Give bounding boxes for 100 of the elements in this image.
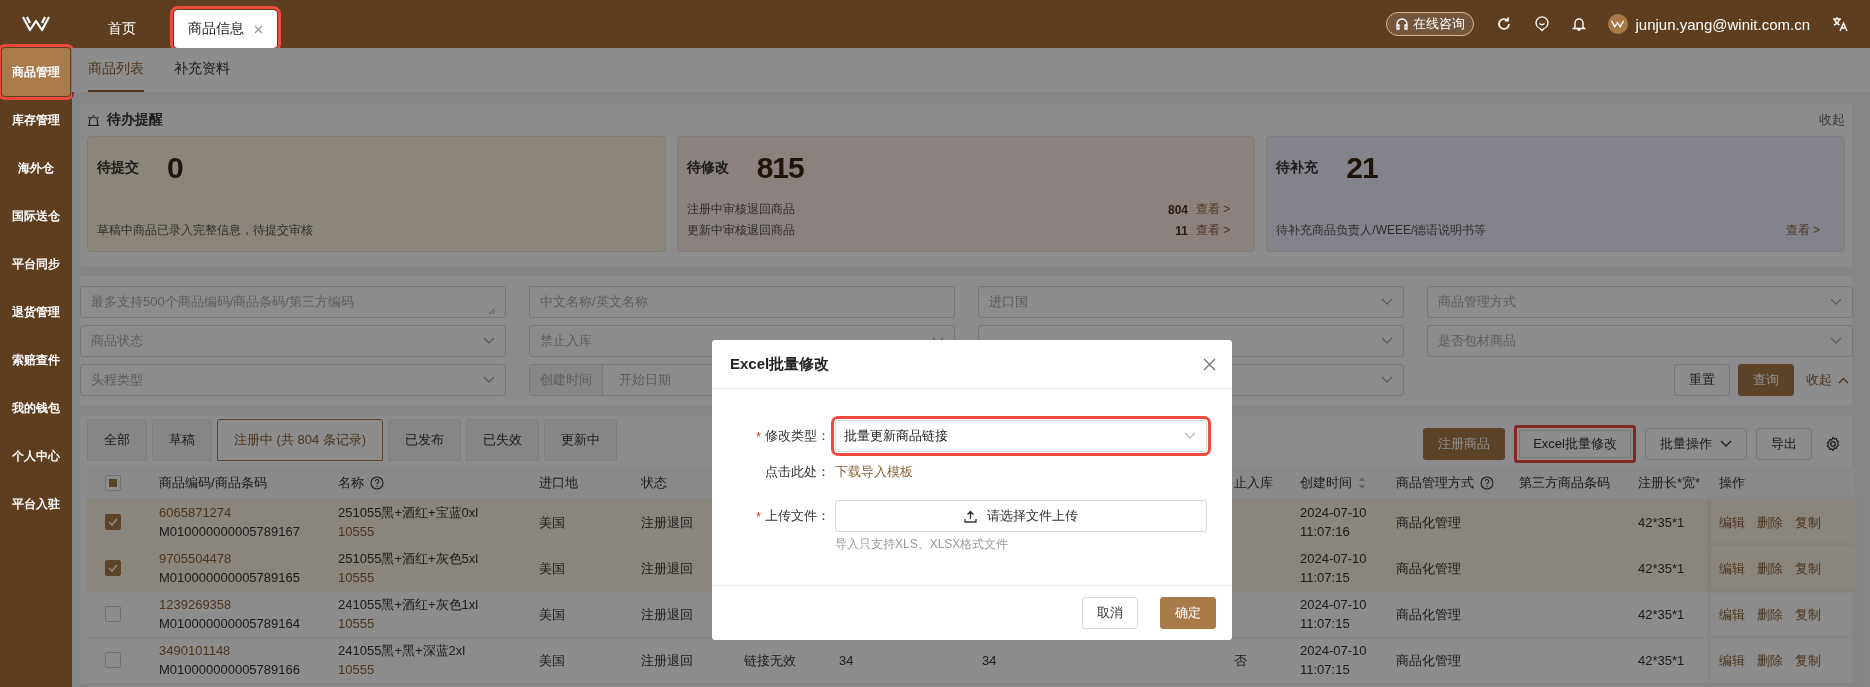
checkbox[interactable] xyxy=(105,560,121,576)
sidebar-item[interactable]: 索赔查件 xyxy=(2,336,70,384)
product-ref: 10555 xyxy=(338,661,376,679)
confirm-button[interactable]: 确定 xyxy=(1160,597,1216,629)
status-tab[interactable]: 已失效 xyxy=(466,419,540,461)
table-cell: 商品化管理 xyxy=(1396,560,1461,576)
bell-icon[interactable] xyxy=(1571,16,1586,32)
checkbox[interactable] xyxy=(105,514,121,530)
panel-title: 待办提醒 xyxy=(107,111,163,129)
close-icon[interactable] xyxy=(1203,357,1216,371)
refresh-icon[interactable] xyxy=(1495,16,1512,32)
dialog-title: Excel批量修改 xyxy=(730,354,830,374)
row-action-link[interactable]: 删除 xyxy=(1757,652,1783,668)
row-action-link[interactable]: 编辑 xyxy=(1719,514,1745,530)
download-template-link[interactable]: 下载导入模板 xyxy=(835,463,913,481)
column-header: 止入库 xyxy=(1234,473,1273,492)
collapse-link[interactable]: 收起 xyxy=(1819,111,1845,129)
barcode: M010000000005789164 xyxy=(159,615,301,633)
upload-button[interactable]: 请选择文件上传 xyxy=(835,500,1207,532)
check-icon xyxy=(108,518,118,526)
row-action-link[interactable]: 复制 xyxy=(1795,606,1821,622)
user-email[interactable]: junjun.yang@winit.com.cn xyxy=(1635,15,1810,33)
product-code[interactable]: 9705504478 xyxy=(159,549,322,568)
alarm-icon xyxy=(87,113,100,127)
table-cell: 商品化管理 xyxy=(1396,652,1461,668)
status-tab[interactable]: 全部 xyxy=(87,419,147,461)
action-button[interactable]: Excel批量修改 xyxy=(1514,425,1636,463)
row-action-link[interactable]: 复制 xyxy=(1795,560,1821,576)
row-action-link[interactable]: 复制 xyxy=(1795,514,1821,530)
consult-button[interactable]: 在线咨询 xyxy=(1385,12,1474,36)
sidebar-item[interactable]: 库存管理 xyxy=(2,96,70,144)
row-action-link[interactable]: 编辑 xyxy=(1719,560,1745,576)
table-cell: 链接无效 xyxy=(744,652,796,668)
card-count: 815 xyxy=(756,151,804,185)
status-tab[interactable]: 注册中 (共 804 条记录) xyxy=(217,419,384,461)
table-cell: 否 xyxy=(1234,652,1247,668)
table-cell: 商品化管理 xyxy=(1396,606,1461,622)
sidebar-item[interactable]: 个人中心 xyxy=(2,432,70,480)
status-tab[interactable]: 草稿 xyxy=(152,419,212,461)
dropdown-button[interactable]: 批量操作 xyxy=(1645,428,1747,460)
collapse-button[interactable]: 收起 xyxy=(1802,371,1853,389)
close-icon[interactable] xyxy=(254,24,263,34)
product-code[interactable]: 1239269358 xyxy=(159,595,322,614)
avatar[interactable] xyxy=(1607,14,1628,34)
upload-icon xyxy=(964,509,977,523)
row-action-link[interactable]: 编辑 xyxy=(1719,606,1745,622)
card-description: 注册中审核退回商品 xyxy=(686,201,795,218)
card-title: 待提交 xyxy=(97,159,139,177)
table-cell: 42*35*1 xyxy=(1638,560,1685,576)
checkbox[interactable] xyxy=(105,474,121,491)
row-action-link[interactable]: 删除 xyxy=(1757,514,1783,530)
product-ref: 10555 xyxy=(338,615,376,633)
sidebar-item[interactable]: 我的钱包 xyxy=(2,384,70,432)
field-label: 修改类型： xyxy=(765,427,830,445)
card-count: 21 xyxy=(1346,151,1378,185)
headset-icon xyxy=(1394,17,1409,31)
table-cell: 2024-07-10 11:07:15 xyxy=(1300,643,1367,677)
reset-button[interactable]: 重置 xyxy=(1674,364,1730,396)
sidebar-item[interactable]: 退货管理 xyxy=(2,288,70,336)
card-title: 待补充 xyxy=(1276,159,1319,177)
translate-icon[interactable] xyxy=(1832,16,1848,32)
status-tab[interactable]: 更新中 xyxy=(544,419,618,461)
column-header: 注册长*宽* xyxy=(1638,473,1701,492)
page-tab[interactable]: 首页 xyxy=(94,10,150,48)
product-ref: 10555 xyxy=(338,569,376,587)
row-action-link[interactable]: 编辑 xyxy=(1719,652,1745,668)
status-tab[interactable]: 已发布 xyxy=(388,419,462,461)
product-code[interactable]: 3490101148 xyxy=(159,641,322,660)
upload-hint: 导入只支持XLS、XLSX格式文件 xyxy=(835,536,1010,553)
resize-handle-icon xyxy=(488,307,495,314)
row-action-link[interactable]: 删除 xyxy=(1757,560,1783,576)
tab[interactable]: 商品列表 xyxy=(88,48,144,92)
cancel-button[interactable]: 取消 xyxy=(1082,597,1138,629)
product-code[interactable]: 6065871274 xyxy=(159,503,322,522)
row-action-link[interactable]: 复制 xyxy=(1795,652,1821,668)
sidebar-item[interactable]: 平台入驻 xyxy=(2,480,70,528)
table-cell: 2024-07-10 11:07:16 xyxy=(1300,505,1367,539)
action-button[interactable]: 注册商品 xyxy=(1423,428,1506,460)
sidebar-item[interactable]: 平台同步 xyxy=(2,240,70,288)
field-label: 点击此处： xyxy=(765,463,830,481)
search-button[interactable]: 查询 xyxy=(1738,364,1794,396)
table-cell: 34 xyxy=(839,652,854,668)
view-link[interactable]: 查看 > xyxy=(1196,201,1231,218)
view-link[interactable]: 查看 > xyxy=(1196,222,1231,239)
row-action-link[interactable]: 删除 xyxy=(1757,606,1783,622)
product-name: 251055黑+酒红+灰色5xl xyxy=(338,550,480,568)
table-cell: 42*35*1 xyxy=(1638,606,1685,622)
checkbox[interactable] xyxy=(105,652,121,668)
table-cell: 美国 xyxy=(539,606,565,622)
sidebar-item[interactable]: 海外仓 xyxy=(2,144,70,192)
sidebar-item[interactable]: 国际送仓 xyxy=(2,192,70,240)
table-cell: 注册退回 xyxy=(641,514,693,530)
table-cell: 美国 xyxy=(539,514,565,530)
table-cell: 2024-07-10 11:07:15 xyxy=(1300,551,1367,585)
smile-icon[interactable] xyxy=(1533,16,1550,32)
view-link[interactable]: 查看 > xyxy=(1785,222,1820,239)
tab[interactable]: 补充资料 xyxy=(174,48,230,92)
action-button[interactable]: 导出 xyxy=(1756,428,1812,460)
checkbox[interactable] xyxy=(105,606,121,622)
settings-icon[interactable] xyxy=(1825,436,1841,452)
